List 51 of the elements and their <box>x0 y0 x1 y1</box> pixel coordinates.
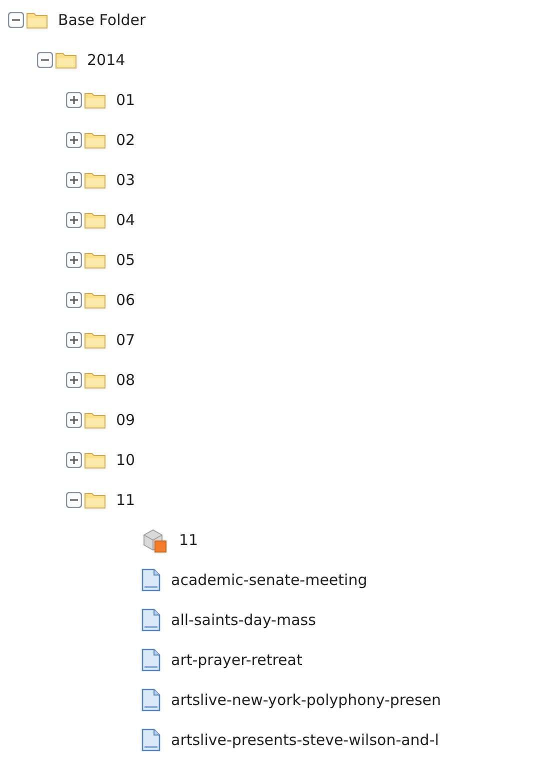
tree-item-label[interactable]: academic-senate-meeting <box>171 568 368 592</box>
expand-toggle-icon[interactable] <box>66 172 82 188</box>
folder-icon <box>84 171 106 189</box>
tree-item-label[interactable]: 03 <box>116 168 136 192</box>
folder-icon <box>84 331 106 349</box>
expand-toggle-icon[interactable] <box>66 412 82 428</box>
expand-toggle-icon[interactable] <box>66 372 82 388</box>
collapse-toggle-icon[interactable] <box>37 52 53 68</box>
folder-icon <box>55 51 77 69</box>
tree-item-label[interactable]: 06 <box>116 288 136 312</box>
folder-icon <box>84 91 106 109</box>
tree-item-label[interactable]: 07 <box>116 328 136 352</box>
document-icon <box>141 648 161 672</box>
tree-item-label[interactable]: Base Folder <box>58 8 146 32</box>
tree-item-label[interactable]: artslive-presents-steve-wilson-and-l <box>171 728 439 752</box>
tree-item-label[interactable]: all-saints-day-mass <box>171 608 316 632</box>
collapse-toggle-icon[interactable] <box>8 12 24 28</box>
tree-item-label[interactable]: 2014 <box>87 48 126 72</box>
document-icon <box>141 568 161 592</box>
folder-icon <box>84 251 106 269</box>
tree-item-label[interactable]: 05 <box>116 248 136 272</box>
folder-icon <box>84 451 106 469</box>
tree-item-label[interactable]: 01 <box>116 88 136 112</box>
folder-icon <box>84 211 106 229</box>
tree-item-label[interactable]: 04 <box>116 208 136 232</box>
document-icon <box>141 688 161 712</box>
tree-item-label[interactable]: art-prayer-retreat <box>171 648 302 672</box>
folder-icon <box>84 131 106 149</box>
tree-item-label[interactable]: 11 <box>116 488 136 512</box>
expand-toggle-icon[interactable] <box>66 292 82 308</box>
tree-item-label[interactable]: 02 <box>116 128 136 152</box>
expand-toggle-icon[interactable] <box>66 132 82 148</box>
folder-icon <box>84 371 106 389</box>
folder-icon <box>84 491 106 509</box>
folder-icon <box>84 411 106 429</box>
tree-item-label[interactable]: 08 <box>116 368 136 392</box>
tree-item-label[interactable]: 11 <box>179 528 198 552</box>
document-icon <box>141 728 161 752</box>
tree-item-label[interactable]: 10 <box>116 448 136 472</box>
expand-toggle-icon[interactable] <box>66 252 82 268</box>
tree-item-label[interactable]: artslive-new-york-polyphony-presen <box>171 688 441 712</box>
expand-toggle-icon[interactable] <box>66 92 82 108</box>
expand-toggle-icon[interactable] <box>66 212 82 228</box>
folder-icon <box>26 11 48 29</box>
document-icon <box>141 608 161 632</box>
collapse-toggle-icon[interactable] <box>66 492 82 508</box>
package-icon <box>141 527 169 553</box>
expand-toggle-icon[interactable] <box>66 332 82 348</box>
folder-icon <box>84 291 106 309</box>
tree-item-label[interactable]: 09 <box>116 408 136 432</box>
expand-toggle-icon[interactable] <box>66 452 82 468</box>
